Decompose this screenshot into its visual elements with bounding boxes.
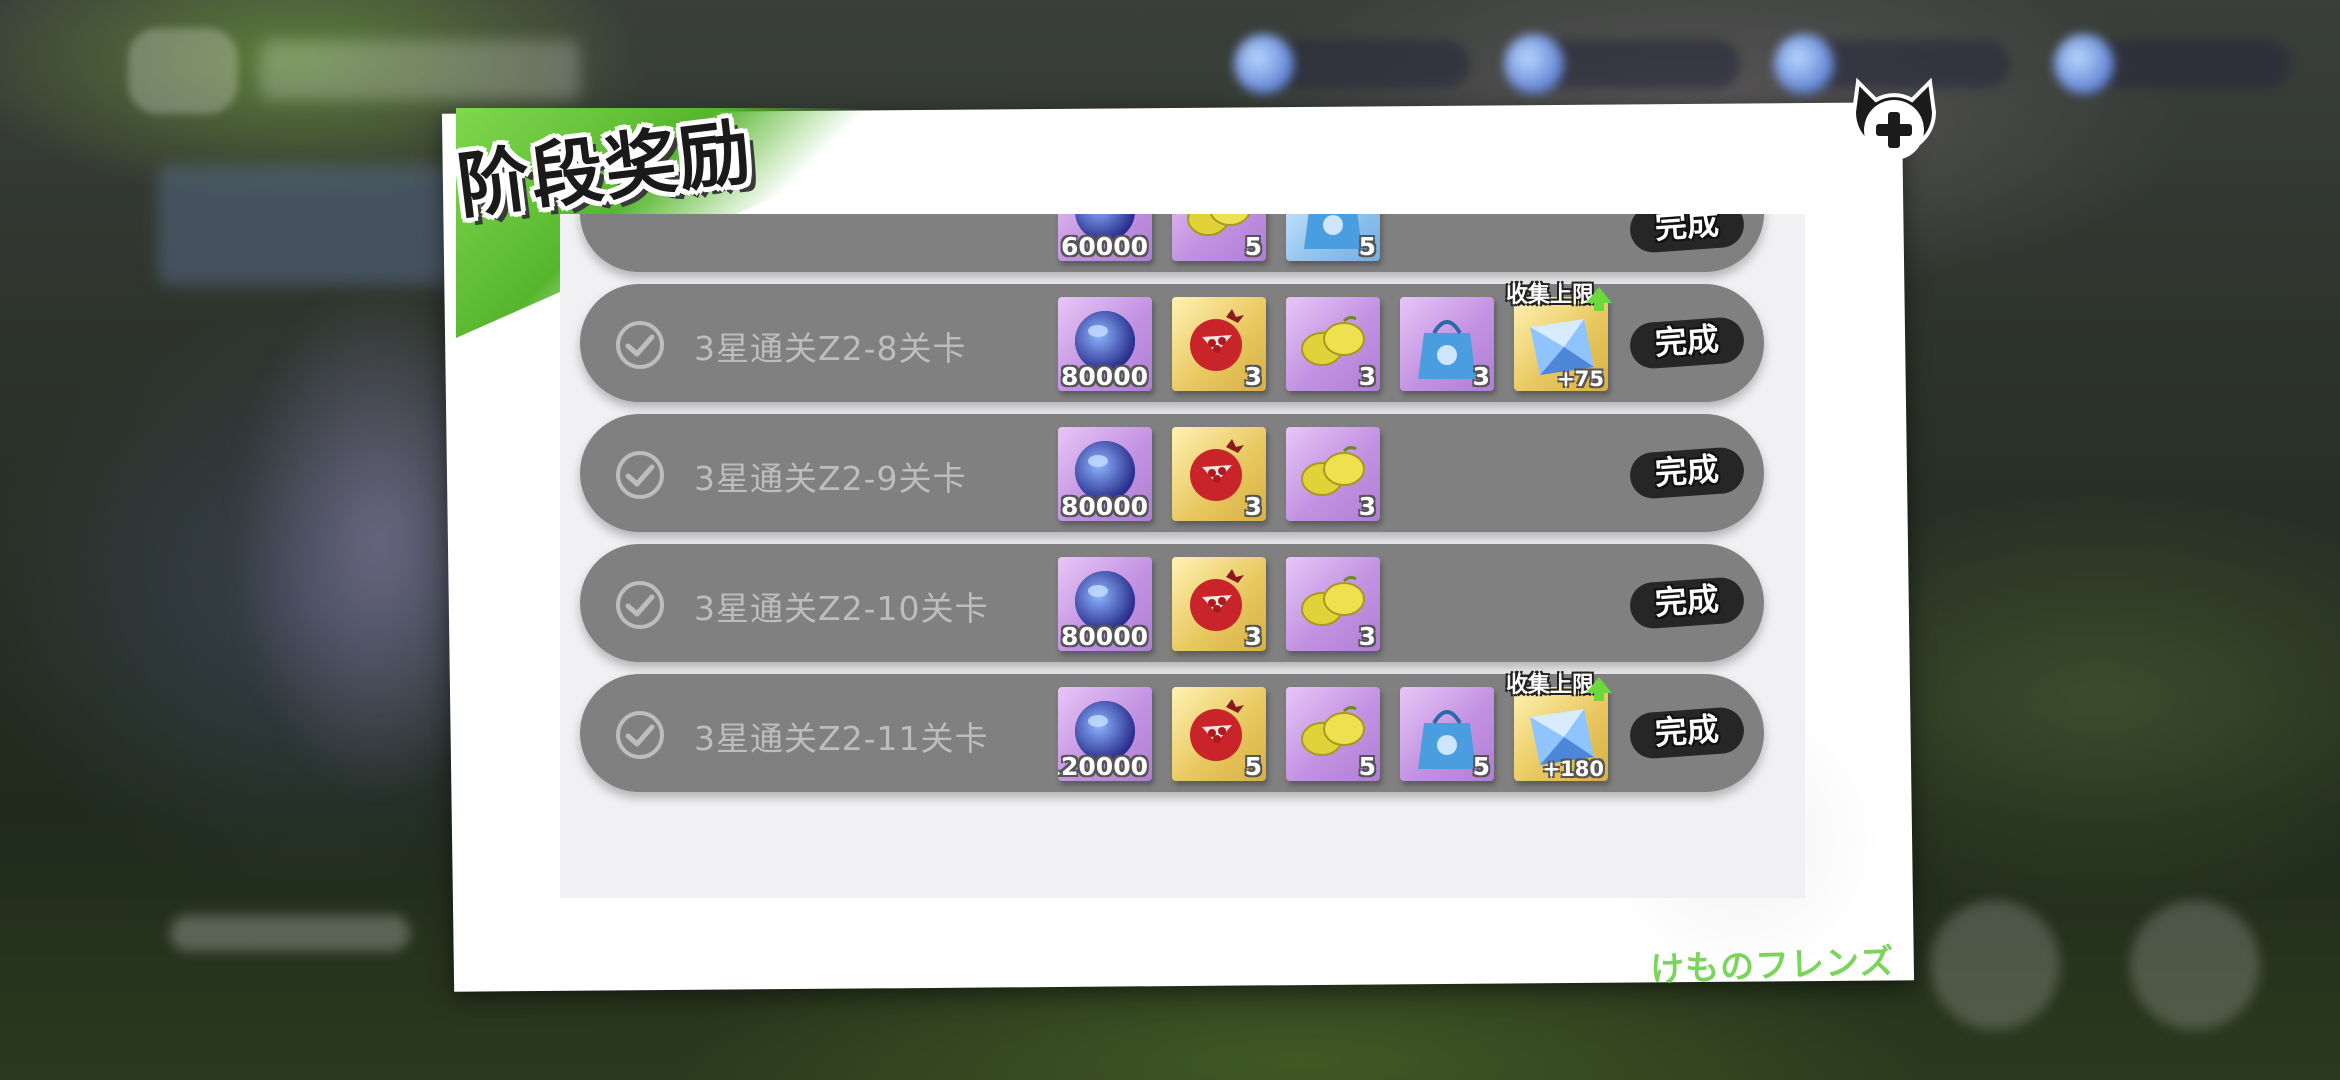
reward-quantity: 5 [1358,752,1376,781]
reward-item-pomegranate[interactable]: 5 [1172,687,1266,781]
reward-list[interactable]: 60000 5 5 完成 3星通关Z2-8关卡 80000 3 3 3 +75 收集上限 完成 3星通关… [560,214,1805,898]
reward-quantity: 5 [1472,752,1490,781]
reward-item-lemon[interactable]: 5 [1172,214,1266,261]
reward-item-pomegranate[interactable]: 3 [1172,427,1266,521]
up-arrow-icon [1586,677,1612,701]
reward-item-bag[interactable]: 5 [1400,687,1494,781]
reward-item-orb[interactable]: 60000 [1058,214,1152,261]
reward-items: 80000 3 3 3 +75 收集上限 [1058,283,1612,391]
close-button[interactable] [1838,60,1950,172]
page-title-blurred [260,40,580,100]
complete-button[interactable]: 完成 [1628,214,1746,254]
checkmark-icon [616,711,664,759]
reward-row: 3星通关Z2-9关卡 80000 3 3 完成 [580,414,1764,532]
complete-button[interactable]: 完成 [1628,706,1746,760]
game-logo: けものフレンズ [1649,941,1896,991]
reward-quantity: 120000 [1058,752,1148,781]
reward-item-pomegranate[interactable]: 3 [1172,297,1266,391]
reward-quantity: 3 [1358,362,1376,391]
up-arrow-icon [1586,287,1612,311]
reward-items: 120000 5 5 5 +180 收集上限 [1058,673,1612,781]
reward-item-bag[interactable]: 3 [1400,297,1494,391]
reward-quantity: 80000 [1061,492,1148,521]
reward-item-orb[interactable]: 80000 [1058,297,1152,391]
reward-row: 3星通关Z2-8关卡 80000 3 3 3 +75 收集上限完成 [580,283,1764,402]
event-card-blurred [158,165,458,285]
reward-quantity: 3 [1358,492,1376,521]
currency-bar-blurred [1504,34,1740,94]
menu-button-blurred [2130,900,2260,1030]
collection-limit-badge: 收集上限 [1506,673,1595,698]
reward-quantity: 5 [1244,752,1262,781]
back-button-blurred [128,28,238,114]
complete-button[interactable]: 完成 [1628,316,1746,370]
reward-item-orb[interactable]: 80000 [1058,557,1152,651]
reward-quantity: 3 [1244,622,1262,651]
reward-item-lemon[interactable]: 3 [1286,297,1380,391]
info-bar-blurred [170,915,410,951]
close-icon [1851,77,1937,160]
collection-limit-badge: 收集上限 [1506,283,1595,308]
reward-quantity: +180 [1542,757,1604,781]
reward-item-lemon[interactable]: 3 [1286,427,1380,521]
reward-quantity: 3 [1358,622,1376,651]
currency-bar-blurred [2054,34,2290,94]
reward-row: 60000 5 5 完成 [580,214,1764,272]
reward-row: 3星通关Z2-11关卡 120000 5 5 5 +180 收集上限完成 [580,673,1764,792]
reward-quantity: 80000 [1061,362,1148,391]
reward-quantity: 3 [1472,362,1490,391]
reward-item-orb[interactable]: 80000 [1058,427,1152,521]
reward-quantity: 3 [1244,362,1262,391]
reward-quantity: +75 [1557,367,1604,391]
reward-quantity: 80000 [1061,622,1148,651]
checkmark-icon [616,321,664,369]
reward-item-crystal[interactable]: +180 收集上限 [1506,673,1612,781]
reward-item-bag[interactable]: 5 [1286,214,1380,261]
reward-item-lemon[interactable]: 3 [1286,557,1380,651]
currency-bar-blurred [1234,34,1470,94]
reward-item-orb[interactable]: 120000 [1058,687,1152,781]
reward-quantity: 60000 [1061,232,1148,261]
reward-quantity: 5 [1244,232,1262,261]
checkmark-icon [616,581,664,629]
reward-item-crystal[interactable]: +75 收集上限 [1506,283,1612,391]
reward-condition-label: 3星通关Z2-10关卡 [694,589,989,628]
reward-row: 3星通关Z2-10关卡 80000 3 3 完成 [580,544,1764,662]
reward-condition-label: 3星通关Z2-8关卡 [694,329,967,368]
complete-button[interactable]: 完成 [1628,446,1746,500]
reward-item-lemon[interactable]: 5 [1286,687,1380,781]
reward-quantity: 5 [1358,232,1376,261]
reward-items: 80000 3 3 [1058,557,1380,651]
reward-condition-label: 3星通关Z2-11关卡 [694,719,989,758]
checkmark-icon [616,451,664,499]
complete-button[interactable]: 完成 [1628,576,1746,630]
reward-items: 80000 3 3 [1058,427,1380,521]
reward-condition-label: 3星通关Z2-9关卡 [694,459,967,498]
reward-quantity: 3 [1244,492,1262,521]
reward-item-pomegranate[interactable]: 3 [1172,557,1266,651]
menu-button-blurred [1930,900,2060,1030]
reward-items: 60000 5 5 [1058,214,1380,261]
